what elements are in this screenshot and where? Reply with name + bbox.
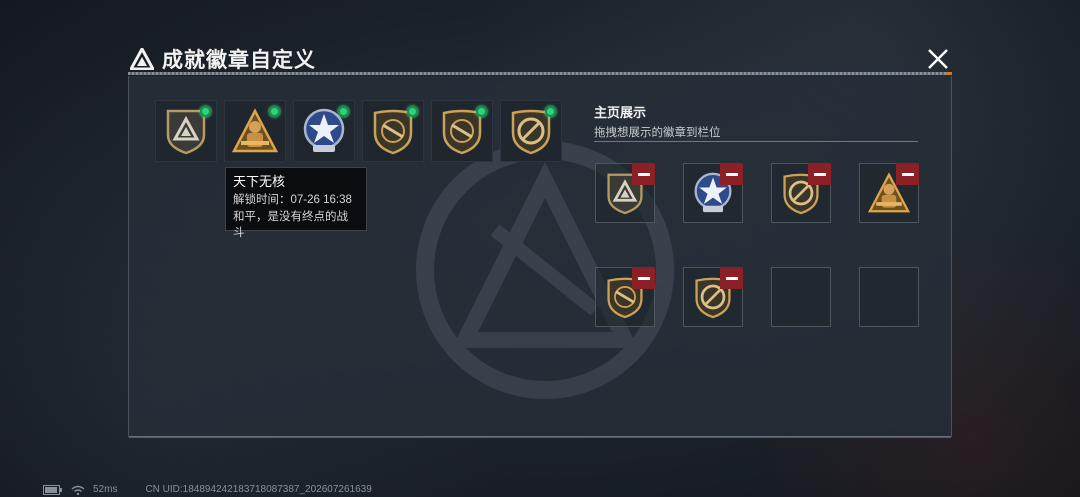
remove-badge-button[interactable]	[720, 267, 743, 289]
minus-icon	[725, 276, 738, 280]
unlocked-dot	[476, 106, 487, 117]
remove-badge-button[interactable]	[632, 163, 655, 185]
owned-badge-slot[interactable]	[155, 100, 217, 162]
status-bar: 52ms CN UID:1848942421837180873​87_20260…	[43, 484, 372, 495]
remove-badge-button[interactable]	[896, 163, 919, 185]
unlocked-dot	[338, 106, 349, 117]
display-slot-8-empty[interactable]	[859, 267, 919, 327]
minus-icon	[637, 172, 650, 176]
minus-icon	[637, 276, 650, 280]
owned-badge-slot[interactable]	[431, 100, 493, 162]
wifi-icon	[71, 485, 85, 495]
tooltip-unlock-value: 07-26 16:38	[290, 193, 352, 206]
remove-badge-button[interactable]	[720, 163, 743, 185]
unlocked-dot	[545, 106, 556, 117]
tooltip-unlock-label: 解锁时间：	[233, 193, 291, 206]
display-divider	[594, 141, 918, 142]
panel-title: 成就徽章自定义	[130, 44, 316, 74]
badge-tooltip: 天下无核 解锁时间：07-26 16:38 和平，是没有终点的战斗	[225, 167, 367, 239]
minus-icon	[813, 172, 826, 176]
owned-badge-slot[interactable]	[500, 100, 562, 162]
tooltip-description: 和平，是没有终点的战斗	[233, 210, 348, 240]
panel-title-text: 成就徽章自定义	[162, 49, 316, 72]
unlocked-dot	[269, 106, 280, 117]
display-slot-4[interactable]	[859, 163, 919, 223]
triangle-emblem-icon	[130, 48, 154, 70]
owned-badge-slot[interactable]	[362, 100, 424, 162]
display-slot-5[interactable]	[595, 267, 655, 327]
display-slot-2[interactable]	[683, 163, 743, 223]
owned-badges-row	[155, 100, 562, 162]
minus-icon	[725, 172, 738, 176]
display-title: 主页展示	[594, 105, 647, 120]
minus-icon	[901, 172, 914, 176]
display-slot-6[interactable]	[683, 267, 743, 327]
uid-text: CN UID:1848942421837180873​87_2026072616…	[145, 484, 372, 495]
ping-text: 52ms	[93, 484, 118, 495]
owned-badge-slot[interactable]	[293, 100, 355, 162]
close-button[interactable]	[922, 44, 954, 74]
display-slot-7-empty[interactable]	[771, 267, 831, 327]
display-slot-1[interactable]	[595, 163, 655, 223]
tooltip-badge-name: 天下无核	[233, 174, 286, 189]
close-icon	[928, 49, 948, 69]
battery-icon	[43, 484, 62, 495]
owned-badge-slot[interactable]	[224, 100, 286, 162]
remove-badge-button[interactable]	[632, 267, 655, 289]
unlocked-dot	[407, 106, 418, 117]
remove-badge-button[interactable]	[808, 163, 831, 185]
display-section-header: 主页展示 拖拽想展示的徽章到栏位	[594, 102, 721, 140]
tooltip-unlock-time: 解锁时间：07-26 16:38	[233, 192, 359, 209]
unlocked-dot	[200, 106, 211, 117]
display-slot-3[interactable]	[771, 163, 831, 223]
display-slot-grid	[595, 163, 919, 327]
display-subtitle: 拖拽想展示的徽章到栏位	[594, 127, 721, 139]
title-divider	[128, 72, 952, 75]
